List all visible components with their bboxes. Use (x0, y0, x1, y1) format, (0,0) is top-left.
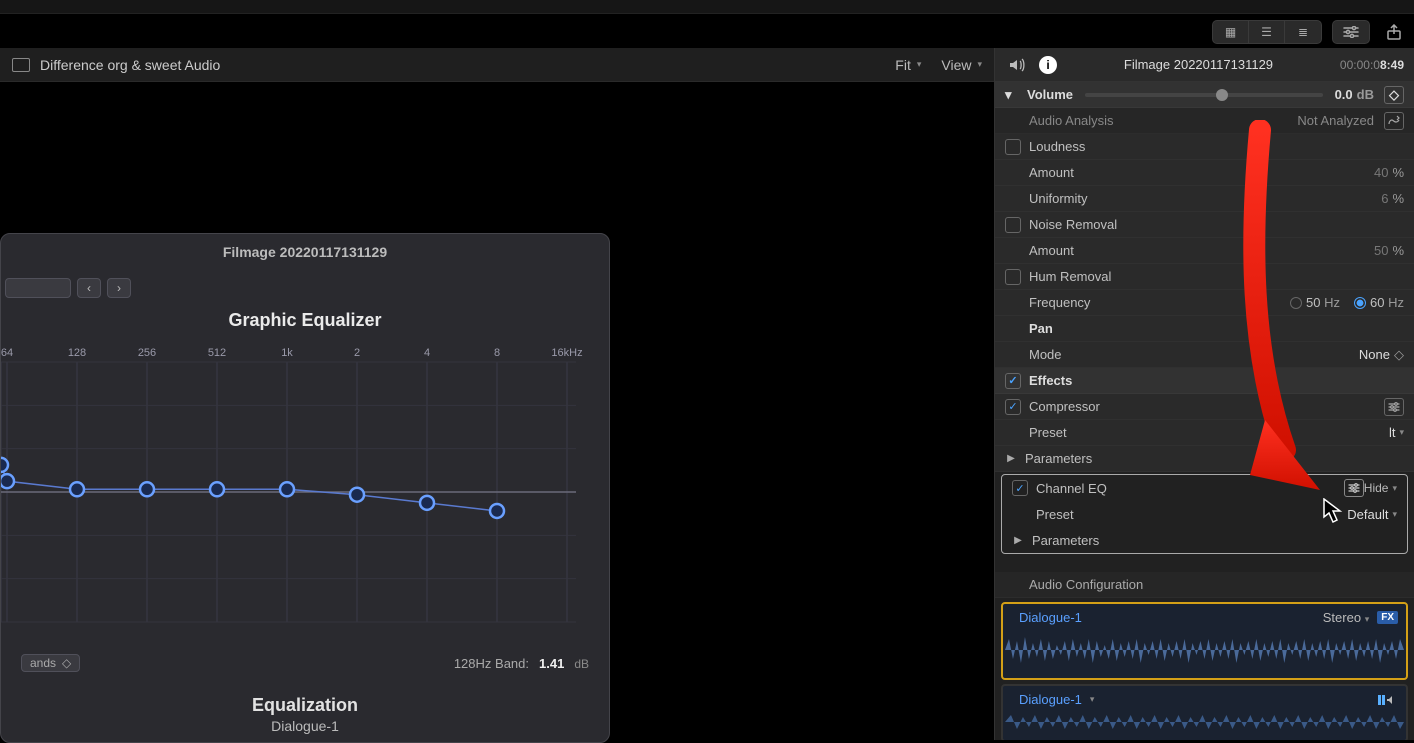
track-1-mode[interactable]: Stereo ▾ (1323, 610, 1369, 625)
inspector-panel: i Filmage 20220117131129 00:00:08:49 ▾ V… (994, 48, 1414, 740)
channel-eq-preset-row[interactable]: Preset Default ▾ (1002, 501, 1407, 527)
graphic-eq-panel[interactable]: Filmage 20220117131129 ‹ › Graphic Equal… (0, 233, 610, 743)
band-readout-label: 128Hz Band: (454, 656, 529, 671)
compressor-checkbox[interactable] (1005, 399, 1021, 415)
eq-panel-title: Filmage 20220117131129 (1, 234, 609, 274)
eq-subtitle: Graphic Equalizer (1, 310, 609, 331)
svg-text:4: 4 (424, 347, 430, 359)
eq-footer-title: Equalization (1, 695, 609, 716)
compressor-row[interactable]: Compressor (995, 394, 1414, 420)
compressor-params-row[interactable]: ▶ Parameters (995, 446, 1414, 472)
clip-thumb-icon (12, 58, 30, 72)
svg-text:512: 512 (208, 347, 226, 359)
waveform-icon (1005, 629, 1404, 671)
filmstrip-icon[interactable]: ≣ (1285, 21, 1321, 43)
info-icon[interactable]: i (1039, 56, 1057, 74)
effects-checkbox[interactable] (1005, 373, 1021, 389)
channel-eq-params-row[interactable]: ▶ Parameters (1002, 527, 1407, 553)
waveform-icon (1005, 711, 1404, 733)
clip-title: Difference org & sweet Audio (40, 57, 220, 73)
sliders-button[interactable] (1332, 20, 1370, 44)
effects-section[interactable]: Effects (995, 368, 1414, 394)
track-2-meter-icon (1378, 695, 1398, 705)
folder-icon: ▾ (1005, 87, 1019, 103)
channel-eq-controls-icon[interactable] (1344, 479, 1364, 497)
hum-checkbox[interactable] (1005, 269, 1021, 285)
loudness-amount-row[interactable]: Amount 40 % (995, 160, 1414, 186)
eq-graph[interactable]: 64 128 256 512 1k 2 4 8 16kHz (1, 342, 586, 642)
hide-button[interactable]: Hide▾ (1364, 481, 1397, 495)
keyframe-icon[interactable]: ◇ (1384, 86, 1404, 104)
audio-analysis-row: Audio Analysis Not Analyzed (995, 108, 1414, 134)
share-button[interactable] (1380, 21, 1408, 43)
loudness-uniformity-row[interactable]: Uniformity 6 % (995, 186, 1414, 212)
svg-text:64: 64 (1, 347, 13, 359)
compressor-preset-row[interactable]: Preset lt ▾ (995, 420, 1414, 446)
view-mode-segment[interactable]: ▦ ☰ ≣ (1212, 20, 1322, 44)
toolbar-right: ▦ ☰ ≣ (1212, 18, 1408, 46)
hum-removal-row[interactable]: Hum Removal (995, 264, 1414, 290)
app-titlebar (0, 0, 1414, 14)
freq-50-radio[interactable] (1290, 297, 1302, 309)
bands-dropdown[interactable]: ands◇ (21, 654, 80, 672)
channel-eq-group: Channel EQ Hide▾ Preset Default ▾ ▶ Para… (1001, 474, 1408, 554)
svg-text:128: 128 (68, 347, 86, 359)
loudness-checkbox[interactable] (1005, 139, 1021, 155)
eq-footer-sub: Dialogue-1 (1, 718, 609, 734)
freq-60-radio[interactable] (1354, 297, 1366, 309)
chevron-down-icon[interactable]: ▾ (1090, 694, 1095, 705)
eq-footer-row: ands◇ 128Hz Band: 1.41 dB (1, 648, 609, 678)
viewer-header: Difference org & sweet Audio Fit▾ View▾ (0, 48, 994, 82)
prev-button[interactable]: ‹ (77, 278, 101, 298)
noise-checkbox[interactable] (1005, 217, 1021, 233)
fit-dropdown[interactable]: Fit▾ (895, 57, 921, 73)
disclosure-icon[interactable]: ▶ (1012, 534, 1024, 546)
hum-frequency-row[interactable]: Frequency 50 Hz 60 Hz (995, 290, 1414, 316)
disclosure-icon[interactable]: ▶ (1005, 453, 1017, 465)
viewer-area: Difference org & sweet Audio Fit▾ View▾ … (0, 48, 994, 740)
pan-section: Pan (995, 316, 1414, 342)
inspector-timecode: 00:00:08:49 (1340, 58, 1404, 72)
eq-preset-dropdown[interactable] (5, 278, 71, 298)
svg-text:8: 8 (494, 347, 500, 359)
view-dropdown[interactable]: View▾ (941, 57, 982, 73)
list-icon[interactable]: ☰ (1249, 21, 1285, 43)
svg-text:1k: 1k (281, 347, 293, 359)
noise-removal-row[interactable]: Noise Removal (995, 212, 1414, 238)
eq-preset-row: ‹ › (1, 274, 131, 302)
track-2-name: Dialogue-1 (1019, 692, 1082, 707)
svg-text:2: 2 (354, 347, 360, 359)
svg-text:16kHz: 16kHz (551, 347, 582, 359)
chevron-down-icon: ▾ (917, 59, 922, 70)
inspector-title: Filmage 20220117131129 (1067, 57, 1330, 72)
analyze-icon[interactable] (1384, 112, 1404, 130)
loudness-row[interactable]: Loudness (995, 134, 1414, 160)
volume-row[interactable]: ▾ Volume 0.0 dB ◇ (995, 82, 1414, 108)
cursor-icon (1323, 498, 1345, 524)
audio-track-1[interactable]: Dialogue-1 Stereo ▾ FX (1001, 602, 1408, 680)
band-readout-value: 1.41 (539, 656, 564, 671)
channel-eq-checkbox[interactable] (1012, 480, 1028, 496)
pan-mode-row[interactable]: Mode None ◇ (995, 342, 1414, 368)
audio-track-2[interactable]: Dialogue-1 ▾ (1001, 684, 1408, 740)
next-button[interactable]: › (107, 278, 131, 298)
fx-badge[interactable]: FX (1377, 611, 1398, 624)
eq-bottom-labels: Equalization Dialogue-1 (1, 695, 609, 734)
noise-amount-row[interactable]: Amount 50 % (995, 238, 1414, 264)
inspector-body[interactable]: ▾ Volume 0.0 dB ◇ Audio Analysis Not Ana… (995, 82, 1414, 740)
volume-slider[interactable] (1085, 93, 1323, 97)
grid-icon[interactable]: ▦ (1213, 21, 1249, 43)
channel-eq-row[interactable]: Channel EQ Hide▾ (1002, 475, 1407, 501)
svg-text:256: 256 (138, 347, 156, 359)
inspector-header: i Filmage 20220117131129 00:00:08:49 (995, 48, 1414, 82)
sliders-icon (1333, 21, 1369, 43)
audio-config-header: Audio Configuration (995, 572, 1414, 598)
track-1-name: Dialogue-1 (1019, 610, 1082, 625)
speaker-icon[interactable] (1005, 53, 1029, 77)
compressor-controls-icon[interactable] (1384, 398, 1404, 416)
band-readout-unit: dB (574, 657, 589, 671)
chevron-down-icon: ▾ (977, 59, 982, 70)
